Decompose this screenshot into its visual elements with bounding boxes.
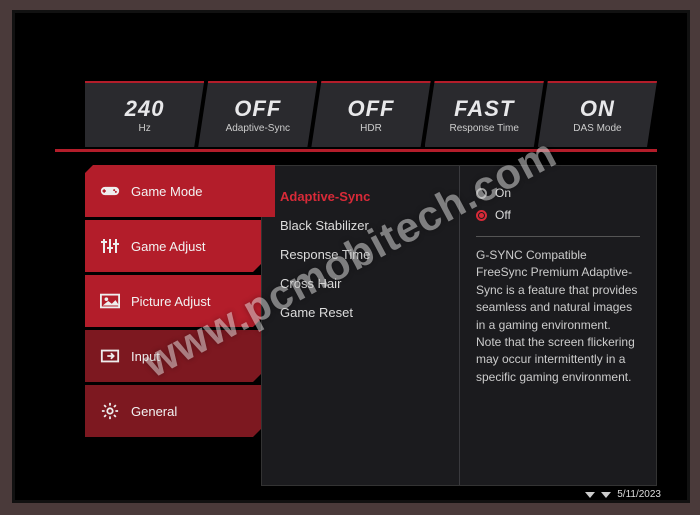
chevron-down-icon xyxy=(585,492,595,498)
main-area: Game Mode Game Adjust Picture Adjust Inp… xyxy=(85,165,657,486)
chevron-down-icon xyxy=(601,492,611,498)
status-hdr: OFF HDR xyxy=(311,81,430,147)
sidebar-item-label: General xyxy=(131,404,177,419)
status-das-mode: ON DAS Mode xyxy=(538,81,657,147)
submenu-black-stabilizer[interactable]: Black Stabilizer xyxy=(276,211,445,240)
status-bar: 240 Hz OFF Adaptive-Sync OFF HDR FAST Re… xyxy=(85,81,657,147)
radio-icon xyxy=(476,188,487,199)
sidebar-item-label: Game Adjust xyxy=(131,239,205,254)
sidebar-item-game-mode[interactable]: Game Mode xyxy=(85,165,275,217)
status-response-time: FAST Response Time xyxy=(425,81,544,147)
status-label: Response Time xyxy=(449,123,518,134)
picture-icon xyxy=(99,292,121,310)
option-off[interactable]: Off xyxy=(476,204,640,226)
description-text: G-SYNC Compatible FreeSync Premium Adapt… xyxy=(476,247,640,386)
submenu-adaptive-sync[interactable]: Adaptive-Sync xyxy=(276,182,445,211)
sidebar-item-label: Game Mode xyxy=(131,184,203,199)
status-value: 240 xyxy=(125,96,165,122)
divider xyxy=(476,236,640,237)
status-label: Hz xyxy=(138,123,150,134)
sidebar-item-picture-adjust[interactable]: Picture Adjust xyxy=(85,275,261,327)
osd-frame: 240 Hz OFF Adaptive-Sync OFF HDR FAST Re… xyxy=(12,10,690,503)
gear-icon xyxy=(99,402,121,420)
sidebar-item-general[interactable]: General xyxy=(85,385,261,437)
submenu-cross-hair[interactable]: Cross Hair xyxy=(276,269,445,298)
status-adaptive-sync: OFF Adaptive-Sync xyxy=(198,81,317,147)
submenu-response-time[interactable]: Response Time xyxy=(276,240,445,269)
status-value: ON xyxy=(580,96,615,122)
status-value: FAST xyxy=(454,96,514,122)
detail-panel: On Off G-SYNC Compatible FreeSync Premiu… xyxy=(460,166,656,485)
gamepad-icon xyxy=(99,182,121,200)
status-value: OFF xyxy=(234,96,281,122)
sidebar-item-label: Input xyxy=(131,349,160,364)
submenu-game-reset[interactable]: Game Reset xyxy=(276,298,445,327)
status-value: OFF xyxy=(348,96,395,122)
sliders-icon xyxy=(99,237,121,255)
status-label: Adaptive-Sync xyxy=(226,123,290,134)
option-label: On xyxy=(495,186,511,200)
sidebar: Game Mode Game Adjust Picture Adjust Inp… xyxy=(85,165,261,486)
footer: 5/11/2023 xyxy=(585,489,661,500)
sidebar-item-label: Picture Adjust xyxy=(131,294,211,309)
input-icon xyxy=(99,347,121,365)
panels: Adaptive-Sync Black Stabilizer Response … xyxy=(261,165,657,486)
sidebar-item-game-adjust[interactable]: Game Adjust xyxy=(85,220,261,272)
status-label: HDR xyxy=(360,123,382,134)
accent-line xyxy=(55,149,657,152)
option-on[interactable]: On xyxy=(476,182,640,204)
option-label: Off xyxy=(495,208,511,222)
sidebar-item-input[interactable]: Input xyxy=(85,330,261,382)
submenu: Adaptive-Sync Black Stabilizer Response … xyxy=(262,166,460,485)
status-hz: 240 Hz xyxy=(85,81,204,147)
status-label: DAS Mode xyxy=(573,123,621,134)
radio-icon xyxy=(476,210,487,221)
footer-date: 5/11/2023 xyxy=(617,489,661,500)
